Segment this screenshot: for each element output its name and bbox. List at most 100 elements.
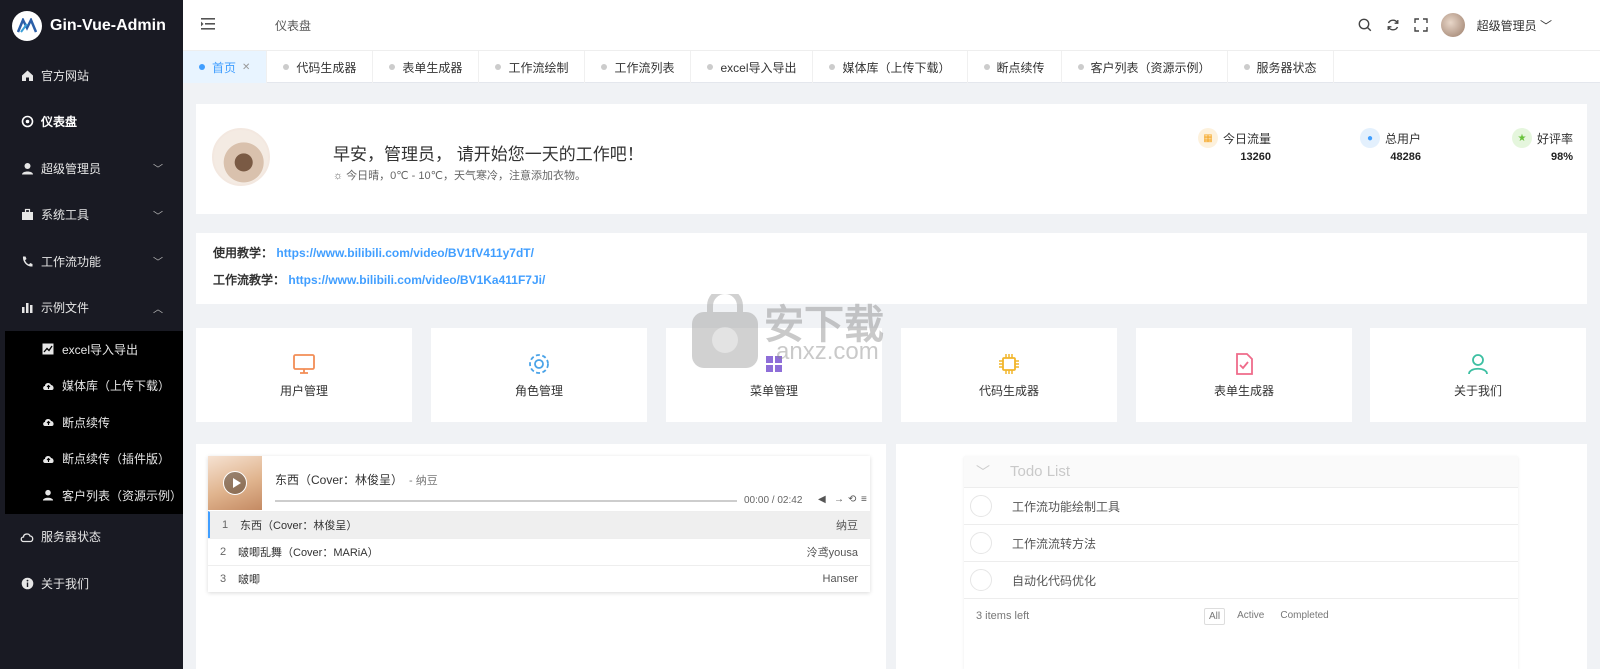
items-left-count: 3 items left bbox=[976, 610, 1030, 622]
search-icon[interactable] bbox=[1357, 17, 1373, 33]
tab-excel[interactable]: excel导入导出 bbox=[691, 51, 814, 83]
refresh-icon[interactable] bbox=[1385, 17, 1401, 33]
sidebar-item-system-tools[interactable]: 系统工具 ﹀ bbox=[0, 192, 183, 239]
sidebar-item-label: 仪表盘 bbox=[41, 115, 78, 130]
tutorial-link[interactable]: https://www.bilibili.com/video/BV1fV411y… bbox=[276, 246, 534, 260]
chevron-down-icon: ﹀ bbox=[153, 211, 163, 223]
tab-workflow-design[interactable]: 工作流绘制 bbox=[479, 51, 586, 83]
track-title: 啵唧 bbox=[238, 574, 260, 586]
tab-media[interactable]: 媒体库（上传下载） bbox=[813, 51, 968, 83]
volume-icon[interactable]: ◀ bbox=[818, 494, 826, 505]
quick-link-form-generator[interactable]: 表单生成器 bbox=[1136, 328, 1352, 422]
quick-link-code-generator[interactable]: 代码生成器 bbox=[901, 328, 1117, 422]
header-actions: 超级管理员 ﹀ bbox=[1357, 0, 1552, 50]
sidebar-item-website[interactable]: 官方网站 bbox=[0, 52, 183, 99]
playlist-row[interactable]: 3 啵唧 Hanser bbox=[208, 565, 870, 592]
todo-item: 工作流流转方法 bbox=[964, 525, 1518, 562]
tutorial-links-card: 使用教学： https://www.bilibili.com/video/BV1… bbox=[196, 233, 1587, 304]
sidebar-item-dashboard[interactable]: 仪表盘 bbox=[0, 99, 183, 146]
top-header: 仪表盘 超级管理员 ﹀ bbox=[183, 0, 1600, 50]
tab-workflow-list[interactable]: 工作流列表 bbox=[585, 51, 692, 83]
sidebar-item-examples[interactable]: 示例文件 ︿ bbox=[0, 285, 183, 332]
submenu-item-breakpoint[interactable]: 断点续传 bbox=[5, 404, 183, 441]
submenu-item-media[interactable]: 媒体库（上传下载） bbox=[5, 368, 183, 405]
tab-customers[interactable]: 客户列表（资源示例） bbox=[1062, 51, 1228, 83]
user-icon: ● bbox=[1360, 128, 1380, 148]
filter-all[interactable]: All bbox=[1204, 607, 1226, 625]
avatar[interactable] bbox=[1440, 13, 1465, 37]
stat-traffic: ▦ 今日流量 13260 bbox=[1198, 128, 1271, 163]
loop-icon[interactable]: ⟲ bbox=[848, 494, 856, 505]
submenu-item-excel[interactable]: excel导入导出 bbox=[5, 331, 183, 368]
sidebar-item-label: 服务器状态 bbox=[41, 530, 102, 545]
upload-icon bbox=[41, 379, 55, 393]
todo-text: 工作流功能绘制工具 bbox=[1012, 499, 1121, 514]
tab-form-generator[interactable]: 表单生成器 bbox=[373, 51, 480, 83]
submenu-item-breakpoint-plugin[interactable]: 断点续传（插件版） bbox=[5, 441, 183, 478]
stat-value: 48286 bbox=[1390, 151, 1422, 163]
workflow-link[interactable]: https://www.bilibili.com/video/BV1Ka411F… bbox=[288, 273, 545, 287]
todo-card: ﹀ Todo List 工作流功能绘制工具 工作流流转方法 自动化代码优化 3 … bbox=[896, 444, 1587, 669]
todo-checkbox[interactable] bbox=[970, 569, 992, 591]
chart-icon bbox=[20, 301, 34, 315]
tab-server-status[interactable]: 服务器状态 bbox=[1228, 51, 1334, 83]
breadcrumb[interactable]: 仪表盘 bbox=[275, 17, 311, 34]
music-player: 东西（Cover：林俊呈） - 纳豆 00:00 / 02:42 ◀ → ⟲ ≡ … bbox=[208, 456, 870, 592]
logo[interactable]: Gin-Vue-Admin bbox=[0, 0, 183, 52]
quick-link-label: 角色管理 bbox=[514, 383, 563, 398]
playlist-row[interactable]: 1 东西（Cover：林俊呈） 纳豆 bbox=[208, 511, 870, 538]
playlist-row[interactable]: 2 啵唧乱舞（Cover：MARiA） 泠鸢yousa bbox=[208, 538, 870, 565]
tab-breakpoint[interactable]: 断点续传 bbox=[968, 51, 1062, 83]
playlist-icon[interactable]: ≡ bbox=[861, 494, 867, 505]
todo-input[interactable]: Todo List bbox=[1010, 463, 1070, 480]
tab-home[interactable]: 首页 ✕ bbox=[183, 51, 268, 83]
song-artist: - 纳豆 bbox=[409, 475, 438, 487]
track-artist: 泠鸢yousa bbox=[806, 547, 858, 559]
filter-active[interactable]: Active bbox=[1233, 608, 1268, 625]
submenu-item-label: 客户列表（资源示例） bbox=[62, 488, 183, 503]
sidebar-item-label: 超级管理员 bbox=[41, 161, 102, 176]
sidebar-item-label: 工作流功能 bbox=[41, 254, 102, 269]
tab-code-generator[interactable]: 代码生成器 bbox=[267, 51, 374, 83]
progress-bar[interactable] bbox=[275, 500, 737, 502]
sidebar-item-workflow[interactable]: 工作流功能 ﹀ bbox=[0, 238, 183, 285]
weather-label: 今日晴，0℃ - 10℃，天气寒冷，注意添加衣物。 bbox=[346, 170, 586, 182]
gear-icon bbox=[529, 353, 549, 374]
tab-label: excel导入导出 bbox=[720, 60, 797, 75]
tab-label: 断点续传 bbox=[996, 60, 1045, 75]
close-icon[interactable]: ✕ bbox=[242, 62, 250, 73]
submenu-item-label: excel导入导出 bbox=[62, 342, 139, 357]
cloud-icon bbox=[20, 530, 34, 544]
play-icon[interactable] bbox=[223, 471, 247, 495]
toggle-all-icon[interactable]: ﹀ bbox=[976, 462, 990, 482]
tab-dot bbox=[1077, 64, 1084, 70]
submenu-item-customers[interactable]: 客户列表（资源示例） bbox=[5, 477, 183, 514]
phone-icon bbox=[20, 254, 34, 268]
sidebar-item-super-admin[interactable]: 超级管理员 ﹀ bbox=[0, 145, 183, 192]
user-menu[interactable]: 超级管理员 ﹀ bbox=[1477, 17, 1552, 34]
stat-value: 98% bbox=[1550, 151, 1574, 163]
tab-label: 客户列表（资源示例） bbox=[1090, 60, 1211, 75]
tab-dot bbox=[199, 64, 205, 70]
stat-label: 总用户 bbox=[1385, 131, 1422, 146]
fullscreen-icon[interactable] bbox=[1413, 17, 1429, 33]
tab-label: 代码生成器 bbox=[296, 60, 357, 75]
filter-completed[interactable]: Completed bbox=[1276, 608, 1332, 625]
todo-footer: 3 items left All Active Completed bbox=[964, 599, 1518, 633]
quick-link-menus[interactable]: 菜单管理 bbox=[666, 328, 882, 422]
sidebar-item-label: 示例文件 bbox=[41, 301, 90, 316]
user-icon bbox=[1468, 353, 1488, 374]
menu-toggle-icon[interactable] bbox=[201, 17, 217, 33]
submenu-item-label: 断点续传（插件版） bbox=[62, 452, 171, 467]
tab-dot bbox=[601, 64, 608, 70]
sidebar-item-server-status[interactable]: 服务器状态 bbox=[0, 514, 183, 561]
quick-link-users[interactable]: 用户管理 bbox=[196, 328, 412, 422]
quick-link-roles[interactable]: 角色管理 bbox=[431, 328, 647, 422]
stat-label: 好评率 bbox=[1537, 131, 1574, 146]
quick-link-about[interactable]: 关于我们 bbox=[1370, 328, 1586, 422]
todo-checkbox[interactable] bbox=[970, 495, 992, 517]
todo-checkbox[interactable] bbox=[970, 532, 992, 554]
submenu-item-label: 断点续传 bbox=[62, 415, 111, 430]
sidebar-item-about[interactable]: 关于我们 bbox=[0, 560, 183, 607]
order-icon[interactable]: → bbox=[834, 494, 844, 505]
